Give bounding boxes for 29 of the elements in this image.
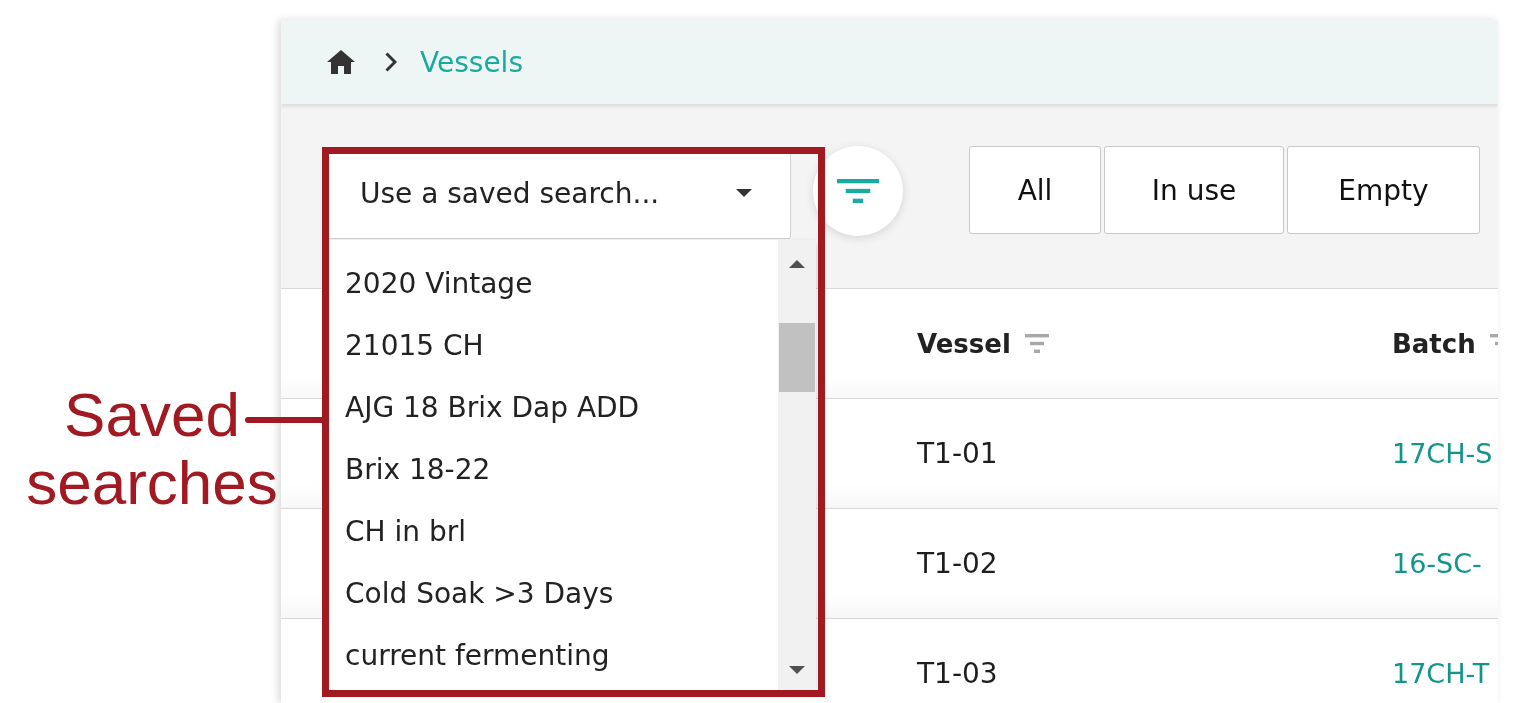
table-cell: T1-02 bbox=[917, 547, 998, 580]
menu-option[interactable]: Brix 18-22 bbox=[332, 438, 775, 500]
table-cell: T1-03 bbox=[917, 657, 998, 690]
batch-link[interactable]: 16-SC- bbox=[1392, 548, 1482, 579]
menu-option[interactable]: 21015 CH bbox=[332, 314, 775, 376]
scroll-thumb[interactable] bbox=[779, 323, 815, 392]
menu-option[interactable]: AJG 18 Brix Dap ADD bbox=[332, 376, 775, 438]
batch-link[interactable]: 17CH-S bbox=[1392, 438, 1493, 469]
scrollbar[interactable] bbox=[778, 240, 816, 690]
scroll-up-icon[interactable] bbox=[789, 260, 805, 268]
filter-button[interactable] bbox=[813, 146, 903, 236]
column-header[interactable]: Vessel bbox=[917, 328, 1011, 359]
table-cell: T1-01 bbox=[917, 437, 998, 470]
menu-option[interactable]: 2020 Vintage bbox=[332, 252, 775, 314]
home-icon[interactable] bbox=[327, 50, 355, 74]
menu-option[interactable]: CH in brl bbox=[332, 500, 775, 562]
segment-button[interactable]: In use bbox=[1104, 146, 1284, 234]
breadcrumb-item: Vessels bbox=[420, 45, 523, 79]
caret-icon bbox=[736, 189, 752, 197]
callout-label: Saved searches bbox=[25, 381, 279, 517]
batch-link[interactable]: 17CH-T bbox=[1392, 658, 1490, 689]
filter-icon bbox=[837, 179, 879, 203]
menu-option[interactable]: Cold Soak >3 Days bbox=[332, 562, 775, 624]
segment-button[interactable]: All bbox=[969, 146, 1101, 234]
column-header[interactable]: Batch bbox=[1392, 328, 1476, 359]
chevron-icon bbox=[385, 52, 397, 72]
menu-option[interactable]: current fermenting bbox=[332, 624, 775, 686]
scroll-down-icon[interactable] bbox=[789, 666, 805, 674]
segment-button[interactable]: Empty bbox=[1287, 146, 1480, 234]
